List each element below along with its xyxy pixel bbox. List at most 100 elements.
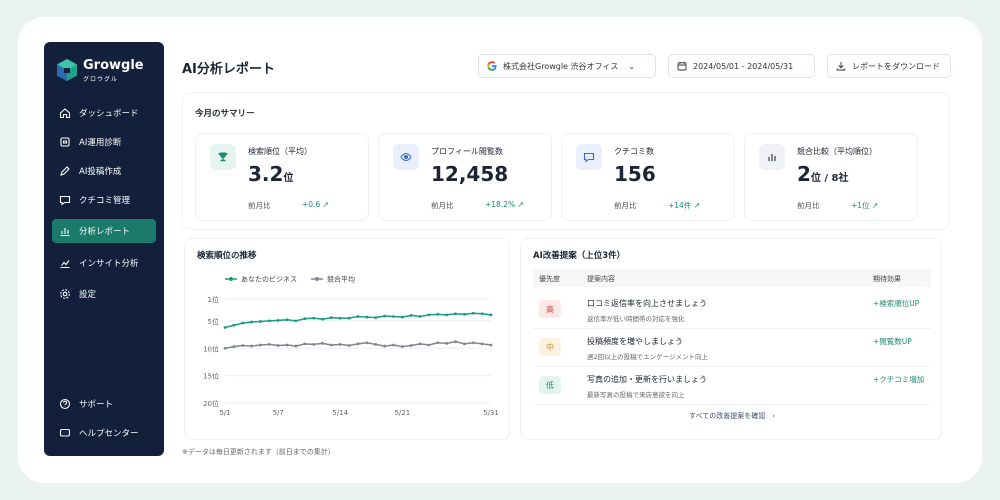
data-point bbox=[312, 316, 316, 320]
sidebar-item-label: AI運用診断 bbox=[79, 138, 122, 148]
data-point bbox=[259, 320, 262, 323]
date-range-text: 2024/05/01 - 2024/05/31 bbox=[693, 61, 794, 71]
header-content: 提案内容 bbox=[587, 275, 615, 283]
suggestion-row[interactable]: 中 投稿頻度を増やしましょう 週2回以上の投稿でエンゲージメント向上 +閲覧数U… bbox=[533, 329, 931, 367]
data-point bbox=[250, 344, 253, 348]
suggestion-row[interactable]: 低 写真の追加・更新を行いましょう 最新写真の投稿で来店意欲を向上 +クチコミ増… bbox=[533, 367, 931, 405]
x-tick-label: 5/7 bbox=[273, 409, 284, 417]
sidebar-item-ai-post[interactable]: AI投稿作成 bbox=[52, 159, 156, 183]
kpi-compare-label: 前月比 bbox=[614, 201, 637, 210]
data-update-note: ※データは毎日更新されます（前日までの集計） bbox=[182, 448, 335, 456]
suggestion-desc: 週2回以上の投稿でエンゲージメント向上 bbox=[587, 353, 709, 361]
trend-icon bbox=[59, 257, 71, 269]
kpi-label: クチコミ数 bbox=[614, 147, 654, 156]
data-point bbox=[294, 344, 298, 348]
data-point bbox=[454, 340, 457, 344]
bar-chart-icon bbox=[59, 225, 71, 237]
kpi-label: 競合比較（平均順位） bbox=[797, 147, 877, 156]
data-point bbox=[338, 343, 342, 346]
priority-badge-medium: 中 bbox=[539, 338, 561, 356]
search-rank-trend-panel: 検索順位の推移 1位 5位 10位 15位 20位 5/1 5/7 5/14 5/21 5/31 あ… bbox=[184, 238, 510, 440]
kpi-card-competitor-rank[interactable]: 競合比較（平均順位） 2位 / 8社 前月比 +1位 ↗ bbox=[744, 133, 918, 221]
sidebar-item-label: ヘルプセンター bbox=[79, 429, 139, 439]
data-point bbox=[347, 316, 351, 320]
trophy-icon bbox=[210, 144, 236, 170]
date-range-picker[interactable]: 2024/05/01 - 2024/05/31 bbox=[668, 54, 815, 78]
data-point bbox=[365, 315, 369, 319]
store-select[interactable]: 株式会社Growgle 渋谷オフィス ⌄ bbox=[478, 54, 656, 78]
sidebar-item-support[interactable]: サポート bbox=[52, 392, 156, 416]
data-point bbox=[463, 342, 466, 346]
kpi-delta: +14件 ↗ bbox=[668, 201, 700, 210]
sidebar-item-help-center[interactable]: ヘルプセンター bbox=[52, 421, 156, 445]
search-rank-line-chart: 1位 5位 10位 15位 20位5/1 5/7 5/14 5/21 5/31 あなたのビジネス 競… bbox=[203, 275, 499, 418]
suggestion-row[interactable]: 高 口コミ返信率を向上させましょう 返信率が低い時間帯の対応を強化 +検索順位U… bbox=[533, 291, 931, 329]
priority-badge-high: 高 bbox=[539, 300, 561, 318]
kpi-value: 3.2位 bbox=[248, 162, 294, 186]
kpi-label: プロフィール閲覧数 bbox=[431, 147, 503, 156]
sidebar-item-label: インサイト分析 bbox=[79, 259, 139, 269]
data-point bbox=[267, 343, 271, 346]
header-priority: 優先度 bbox=[539, 275, 560, 283]
data-point bbox=[471, 341, 475, 345]
kpi-value: 12,458 bbox=[431, 162, 509, 186]
kpi-card-search-rank[interactable]: 検索順位（平均） 3.2位 前月比 +0.6 ↗ bbox=[195, 133, 369, 221]
ai-suggestions-panel: AI改善提案（上位3件） 優先度 提案内容 期待効果 高 口コミ返信率を向上させ… bbox=[520, 238, 942, 440]
legend-label: 競合平均 bbox=[327, 275, 355, 284]
data-point bbox=[365, 341, 369, 345]
kpi-delta: +1位 ↗ bbox=[851, 201, 879, 210]
legend-marker bbox=[315, 277, 319, 281]
sidebar-item-ai-diagnosis[interactable]: AI運用診断 bbox=[52, 130, 156, 154]
data-point bbox=[356, 342, 360, 346]
data-point bbox=[392, 315, 395, 318]
logo-subtitle: グロウグル bbox=[83, 76, 119, 83]
data-point bbox=[347, 344, 351, 347]
y-tick-label: 15位 bbox=[203, 372, 219, 381]
data-point bbox=[489, 313, 493, 317]
data-point bbox=[400, 345, 404, 349]
suggestion-effect: +クチコミ増加 bbox=[873, 375, 925, 384]
data-point bbox=[330, 343, 333, 347]
data-point bbox=[374, 343, 378, 346]
sidebar-item-dashboard[interactable]: ダッシュボード bbox=[52, 101, 156, 125]
store-name: 株式会社Growgle 渋谷オフィス bbox=[503, 61, 619, 71]
sidebar-item-settings[interactable]: 設定 bbox=[52, 282, 156, 306]
sidebar-item-analytics-report[interactable]: 分析レポート bbox=[52, 219, 156, 243]
kpi-card-profile-views[interactable]: プロフィール閲覧数 12,458 前月比 +18.2% ↗ bbox=[378, 133, 552, 221]
sidebar-item-label: サポート bbox=[79, 400, 114, 410]
logo[interactable]: Growgle グロウグル bbox=[56, 58, 156, 84]
sidebar-item-insights[interactable]: インサイト分析 bbox=[52, 251, 156, 275]
sidebar: Growgle グロウグル ダッシュボード AI運用診断 AI投稿作成 クチコミ… bbox=[44, 42, 164, 456]
y-tick-label: 10位 bbox=[203, 344, 219, 353]
chevron-down-icon: ⌄ bbox=[628, 61, 636, 71]
sidebar-item-reviews[interactable]: クチコミ管理 bbox=[52, 188, 156, 212]
page-title: AI分析レポート bbox=[182, 62, 275, 77]
data-point bbox=[374, 316, 378, 320]
compare-icon bbox=[759, 144, 785, 170]
view-all-suggestions-link[interactable]: すべての改善提案を確認 › bbox=[521, 411, 943, 421]
message-icon bbox=[59, 194, 71, 206]
data-point bbox=[232, 323, 236, 327]
data-point bbox=[223, 346, 227, 350]
data-point bbox=[489, 343, 493, 347]
data-point bbox=[276, 344, 280, 347]
data-point bbox=[445, 313, 449, 317]
suggestion-title: 口コミ返信率を向上させましょう bbox=[587, 299, 707, 308]
calendar-icon bbox=[677, 61, 687, 71]
download-report-button[interactable]: レポートをダウンロード bbox=[827, 54, 951, 78]
data-point bbox=[445, 341, 449, 345]
data-point bbox=[330, 316, 333, 320]
sidebar-item-label: ダッシュボード bbox=[79, 109, 139, 119]
data-point bbox=[400, 315, 404, 319]
y-tick-label: 20位 bbox=[203, 399, 219, 408]
kpi-card-review-count[interactable]: クチコミ数 156 前月比 +14件 ↗ bbox=[561, 133, 735, 221]
legend-label: あなたのビジネス bbox=[241, 275, 297, 284]
sidebar-item-label: 分析レポート bbox=[79, 227, 131, 237]
data-point bbox=[427, 343, 431, 347]
data-point bbox=[303, 342, 307, 346]
help-icon bbox=[59, 398, 71, 410]
data-point bbox=[480, 342, 484, 346]
data-point bbox=[409, 314, 413, 317]
priority-badge-low: 低 bbox=[539, 376, 561, 394]
data-point bbox=[321, 317, 324, 321]
